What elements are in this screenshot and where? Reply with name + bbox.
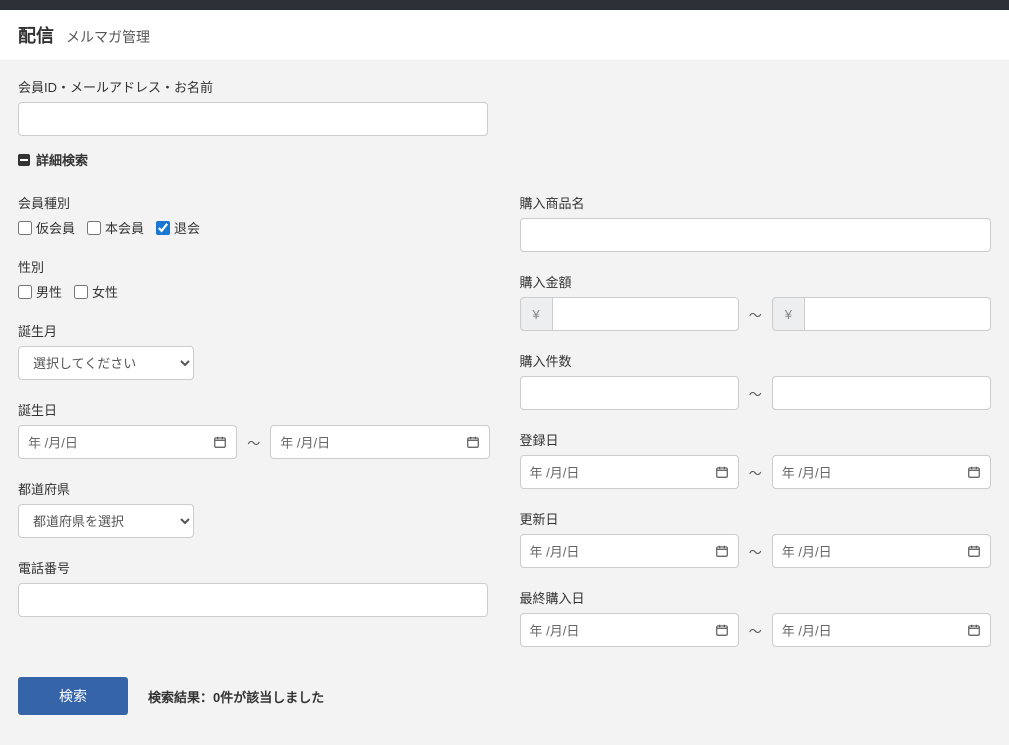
amount-field: 購入金額 ¥ 〜 ¥ bbox=[520, 272, 992, 331]
birth-day-field: 誕生日 年 /月/日 〜 年 /月/日 bbox=[18, 400, 490, 459]
search-panel: 会員ID・メールアドレス・お名前 詳細検索 会員種別 仮会員 本会員 bbox=[0, 61, 1009, 745]
checkbox-male[interactable] bbox=[18, 285, 32, 299]
update-date-field: 更新日 年 /月/日 〜 年 /月/日 bbox=[520, 509, 992, 568]
page-titlebar: 配信 メルマガ管理 bbox=[0, 10, 1009, 61]
range-separator: 〜 bbox=[245, 433, 262, 452]
checkbox-withdrawn[interactable] bbox=[156, 221, 170, 235]
range-separator: 〜 bbox=[747, 463, 764, 482]
reg-date-field: 登録日 年 /月/日 〜 年 /月/日 bbox=[520, 430, 992, 489]
advanced-fields: 会員種別 仮会員 本会員 退会 性別 bbox=[18, 193, 991, 647]
count-max-input[interactable] bbox=[772, 376, 991, 410]
keyword-input[interactable] bbox=[18, 102, 488, 136]
range-separator: 〜 bbox=[747, 305, 764, 324]
right-column: 購入商品名 購入金額 ¥ 〜 ¥ 購入件数 bbox=[520, 193, 992, 647]
birth-day-start-input[interactable] bbox=[18, 425, 237, 459]
birth-month-select[interactable]: 選択してください bbox=[18, 346, 194, 380]
birth-day-label: 誕生日 bbox=[18, 400, 490, 419]
count-field: 購入件数 〜 bbox=[520, 351, 992, 410]
member-type-option-provisional[interactable]: 仮会員 bbox=[18, 218, 75, 237]
page-subtitle: メルマガ管理 bbox=[66, 27, 150, 47]
birth-month-field: 誕生月 選択してください bbox=[18, 321, 490, 380]
prefecture-field: 都道府県 都道府県を選択 bbox=[18, 479, 490, 538]
checkbox-female[interactable] bbox=[74, 285, 88, 299]
reg-date-end-input[interactable] bbox=[772, 455, 991, 489]
birth-day-end-input[interactable] bbox=[270, 425, 489, 459]
count-label: 購入件数 bbox=[520, 351, 992, 370]
phone-input[interactable] bbox=[18, 583, 488, 617]
update-date-start-input[interactable] bbox=[520, 534, 739, 568]
checkbox-provisional[interactable] bbox=[18, 221, 32, 235]
last-purchase-start-input[interactable] bbox=[520, 613, 739, 647]
last-purchase-label: 最終購入日 bbox=[520, 588, 992, 607]
range-separator: 〜 bbox=[747, 384, 764, 403]
gender-field: 性別 男性 女性 bbox=[18, 257, 490, 301]
reg-date-label: 登録日 bbox=[520, 430, 992, 449]
reg-date-start-input[interactable] bbox=[520, 455, 739, 489]
last-purchase-end-input[interactable] bbox=[772, 613, 991, 647]
member-type-label: 会員種別 bbox=[18, 193, 490, 212]
topbar bbox=[0, 0, 1009, 10]
last-purchase-field: 最終購入日 年 /月/日 〜 年 /月/日 bbox=[520, 588, 992, 647]
prefecture-label: 都道府県 bbox=[18, 479, 490, 498]
footer-bar: 検索 検索結果：0件が該当しました bbox=[18, 677, 991, 715]
amount-min-input[interactable] bbox=[552, 297, 739, 331]
keyword-label: 会員ID・メールアドレス・お名前 bbox=[18, 77, 991, 96]
amount-label: 購入金額 bbox=[520, 272, 992, 291]
update-date-end-input[interactable] bbox=[772, 534, 991, 568]
birth-month-label: 誕生月 bbox=[18, 321, 490, 340]
minus-square-icon bbox=[18, 154, 30, 166]
search-button[interactable]: 検索 bbox=[18, 677, 128, 715]
count-min-input[interactable] bbox=[520, 376, 739, 410]
page-title: 配信 bbox=[18, 22, 54, 48]
result-text: 検索結果：0件が該当しました bbox=[148, 687, 324, 706]
gender-option-female[interactable]: 女性 bbox=[74, 282, 118, 301]
member-type-option-full[interactable]: 本会員 bbox=[87, 218, 144, 237]
advanced-toggle-label: 詳細検索 bbox=[36, 150, 88, 169]
yen-prefix-icon: ¥ bbox=[520, 297, 552, 331]
left-column: 会員種別 仮会員 本会員 退会 性別 bbox=[18, 193, 490, 647]
gender-option-male[interactable]: 男性 bbox=[18, 282, 62, 301]
phone-label: 電話番号 bbox=[18, 558, 490, 577]
product-name-field: 購入商品名 bbox=[520, 193, 992, 252]
checkbox-full[interactable] bbox=[87, 221, 101, 235]
range-separator: 〜 bbox=[747, 542, 764, 561]
amount-max-input[interactable] bbox=[804, 297, 991, 331]
member-type-field: 会員種別 仮会員 本会員 退会 bbox=[18, 193, 490, 237]
keyword-field: 会員ID・メールアドレス・お名前 bbox=[18, 77, 991, 136]
advanced-toggle[interactable]: 詳細検索 bbox=[18, 150, 991, 169]
product-name-label: 購入商品名 bbox=[520, 193, 992, 212]
phone-field: 電話番号 bbox=[18, 558, 490, 617]
update-date-label: 更新日 bbox=[520, 509, 992, 528]
yen-prefix-icon: ¥ bbox=[772, 297, 804, 331]
prefecture-select[interactable]: 都道府県を選択 bbox=[18, 504, 194, 538]
range-separator: 〜 bbox=[747, 621, 764, 640]
member-type-option-withdrawn[interactable]: 退会 bbox=[156, 218, 200, 237]
product-name-input[interactable] bbox=[520, 218, 992, 252]
gender-label: 性別 bbox=[18, 257, 490, 276]
